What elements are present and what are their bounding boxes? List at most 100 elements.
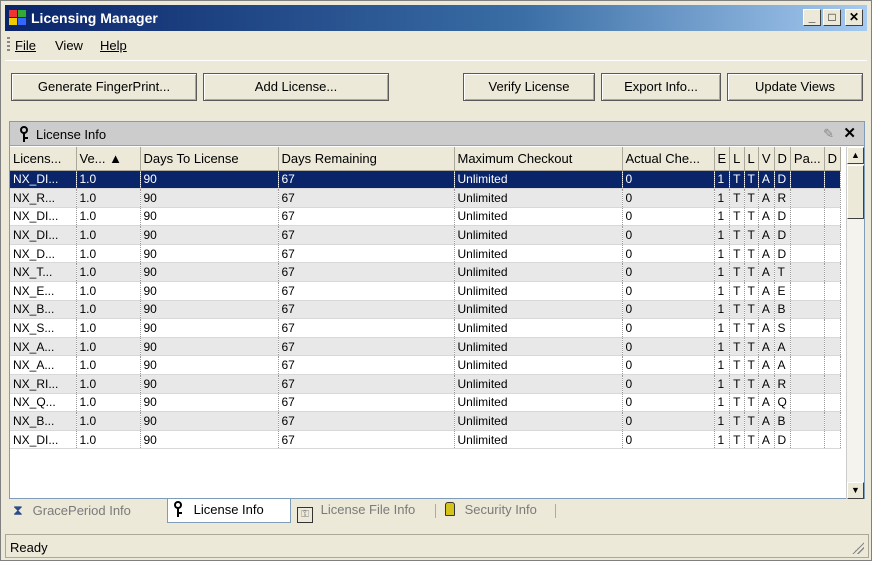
table-row[interactable]: NX_S... 1.0 90 67 Unlimited 0 1 T T A S [10, 318, 842, 338]
table-cell: T [744, 318, 759, 338]
column-header[interactable]: Licens... [10, 147, 77, 171]
table-row[interactable]: NX_DI... 1.0 90 67 Unlimited 0 1 T T A D [10, 225, 842, 245]
table-row[interactable]: NX_B... 1.0 90 67 Unlimited 0 1 T T A B [10, 300, 842, 320]
table-cell: 90 [140, 374, 279, 394]
column-header[interactable]: V [758, 147, 775, 171]
table-cell: 90 [140, 430, 279, 450]
tab-license-info[interactable]: License Info [167, 499, 291, 523]
table-row[interactable]: NX_E... 1.0 90 67 Unlimited 0 1 T T A E [10, 281, 842, 301]
panel-title: License Info [36, 127, 107, 142]
table-cell: T [729, 355, 745, 376]
verify-license-button[interactable]: Verify License [463, 73, 595, 101]
table-cell: 1 [714, 430, 731, 450]
table-cell: 1 [714, 393, 731, 413]
column-header[interactable]: D [824, 147, 842, 171]
maximize-button[interactable]: □ [823, 9, 841, 26]
table-cell: 0 [622, 170, 715, 190]
column-header[interactable]: Days To License [140, 147, 279, 171]
key-icon [18, 126, 30, 142]
column-header[interactable]: Pa... [790, 147, 825, 171]
table-cell: NX_DI... [10, 170, 77, 190]
table-cell: A [758, 244, 775, 264]
table-cell: T [729, 170, 745, 190]
table-cell: 1.0 [76, 355, 141, 376]
table-cell: 0 [622, 281, 715, 301]
table-cell: 0 [622, 430, 715, 450]
minimize-button[interactable]: _ [803, 9, 821, 26]
tab-license-file-info[interactable]: ⚿ License File Info [293, 499, 433, 523]
panel-close-icon[interactable]: ✕ [843, 124, 856, 142]
table-cell: 67 [278, 393, 455, 413]
table-cell: T [774, 262, 791, 283]
window-title: Licensing Manager [31, 10, 158, 26]
table-cell: Unlimited [454, 262, 623, 283]
table-cell: A [758, 188, 775, 208]
table-cell: 1.0 [76, 393, 141, 413]
table-row[interactable]: NX_RI... 1.0 90 67 Unlimited 0 1 T T A R [10, 374, 842, 394]
table-row[interactable]: NX_DI... 1.0 90 67 Unlimited 0 1 T T A D [10, 207, 842, 227]
generate-fingerprint-button[interactable]: Generate FingerPrint... [11, 73, 197, 101]
column-header[interactable]: L [729, 147, 745, 171]
column-header[interactable]: D [774, 147, 791, 171]
vertical-scrollbar[interactable]: ▲ ▼ [846, 147, 864, 499]
table-cell: A [758, 393, 775, 413]
table-cell: 0 [622, 337, 715, 357]
table-cell: 1 [714, 300, 731, 320]
pin-icon[interactable]: ✎ [823, 126, 834, 142]
table-cell: NX_S... [10, 318, 77, 338]
table-cell: NX_Q... [10, 393, 77, 413]
table-cell [790, 318, 825, 338]
table-cell: 90 [140, 262, 279, 283]
table-row[interactable]: NX_A... 1.0 90 67 Unlimited 0 1 T T A A [10, 337, 842, 357]
tab-graceperiod-info[interactable]: ⧗ GracePeriod Info [9, 499, 159, 523]
tab-security-info[interactable]: Security Info [441, 499, 551, 523]
column-header[interactable]: Maximum Checkout [454, 147, 623, 171]
menu-view[interactable]: View [55, 38, 83, 53]
table-cell: T [729, 411, 745, 431]
table-cell: D [774, 207, 791, 227]
table-cell: T [729, 244, 745, 264]
column-header[interactable]: Days Remaining [278, 147, 455, 171]
table-cell: 1 [714, 411, 731, 431]
title-bar[interactable]: Licensing Manager _ □ ✕ [5, 5, 867, 31]
column-header[interactable]: Actual Che... [622, 147, 715, 171]
menu-help[interactable]: Help [100, 38, 127, 53]
close-button[interactable]: ✕ [845, 9, 863, 26]
table-cell: T [744, 393, 759, 413]
column-header[interactable]: E [714, 147, 731, 171]
table-cell: A [758, 318, 775, 338]
table-cell: T [729, 374, 745, 394]
update-views-button[interactable]: Update Views [727, 73, 863, 101]
table-row[interactable]: NX_Q... 1.0 90 67 Unlimited 0 1 T T A Q [10, 393, 842, 413]
scroll-up-icon[interactable]: ▲ [847, 147, 864, 164]
table-cell: 90 [140, 300, 279, 320]
table-row[interactable]: NX_D... 1.0 90 67 Unlimited 0 1 T T A D [10, 244, 842, 264]
export-info-button[interactable]: Export Info... [601, 73, 721, 101]
column-header[interactable]: L [744, 147, 759, 171]
table-cell [790, 262, 825, 283]
table-cell: 1 [714, 225, 731, 245]
scroll-thumb[interactable] [847, 165, 864, 219]
table-row[interactable]: NX_B... 1.0 90 67 Unlimited 0 1 T T A B [10, 411, 842, 431]
table-cell: 1 [714, 244, 731, 264]
menu-bar: File View Help [5, 33, 867, 57]
add-license-button[interactable]: Add License... [203, 73, 389, 101]
table-cell: 1 [714, 281, 731, 301]
table-cell: A [758, 300, 775, 320]
table-row[interactable]: NX_A... 1.0 90 67 Unlimited 0 1 T T A A [10, 355, 842, 376]
table-cell [790, 430, 825, 450]
resize-grip-icon[interactable] [852, 542, 864, 554]
table-row[interactable]: NX_DI... 1.0 90 67 Unlimited 0 1 T T A D [10, 170, 842, 190]
table-row[interactable]: NX_DI... 1.0 90 67 Unlimited 0 1 T T A D [10, 430, 842, 450]
table-cell [824, 188, 842, 208]
column-header[interactable]: Ve... ▲ [76, 147, 141, 171]
scroll-down-icon[interactable]: ▼ [847, 482, 864, 499]
table-cell: 0 [622, 318, 715, 338]
table-cell: A [758, 337, 775, 357]
table-row[interactable]: NX_T... 1.0 90 67 Unlimited 0 1 T T A T [10, 262, 842, 283]
app-icon [9, 10, 27, 26]
table-row[interactable]: NX_R... 1.0 90 67 Unlimited 0 1 T T A R [10, 188, 842, 208]
table-cell: R [774, 188, 791, 208]
table-cell: 0 [622, 355, 715, 376]
menu-file[interactable]: File [15, 38, 36, 53]
